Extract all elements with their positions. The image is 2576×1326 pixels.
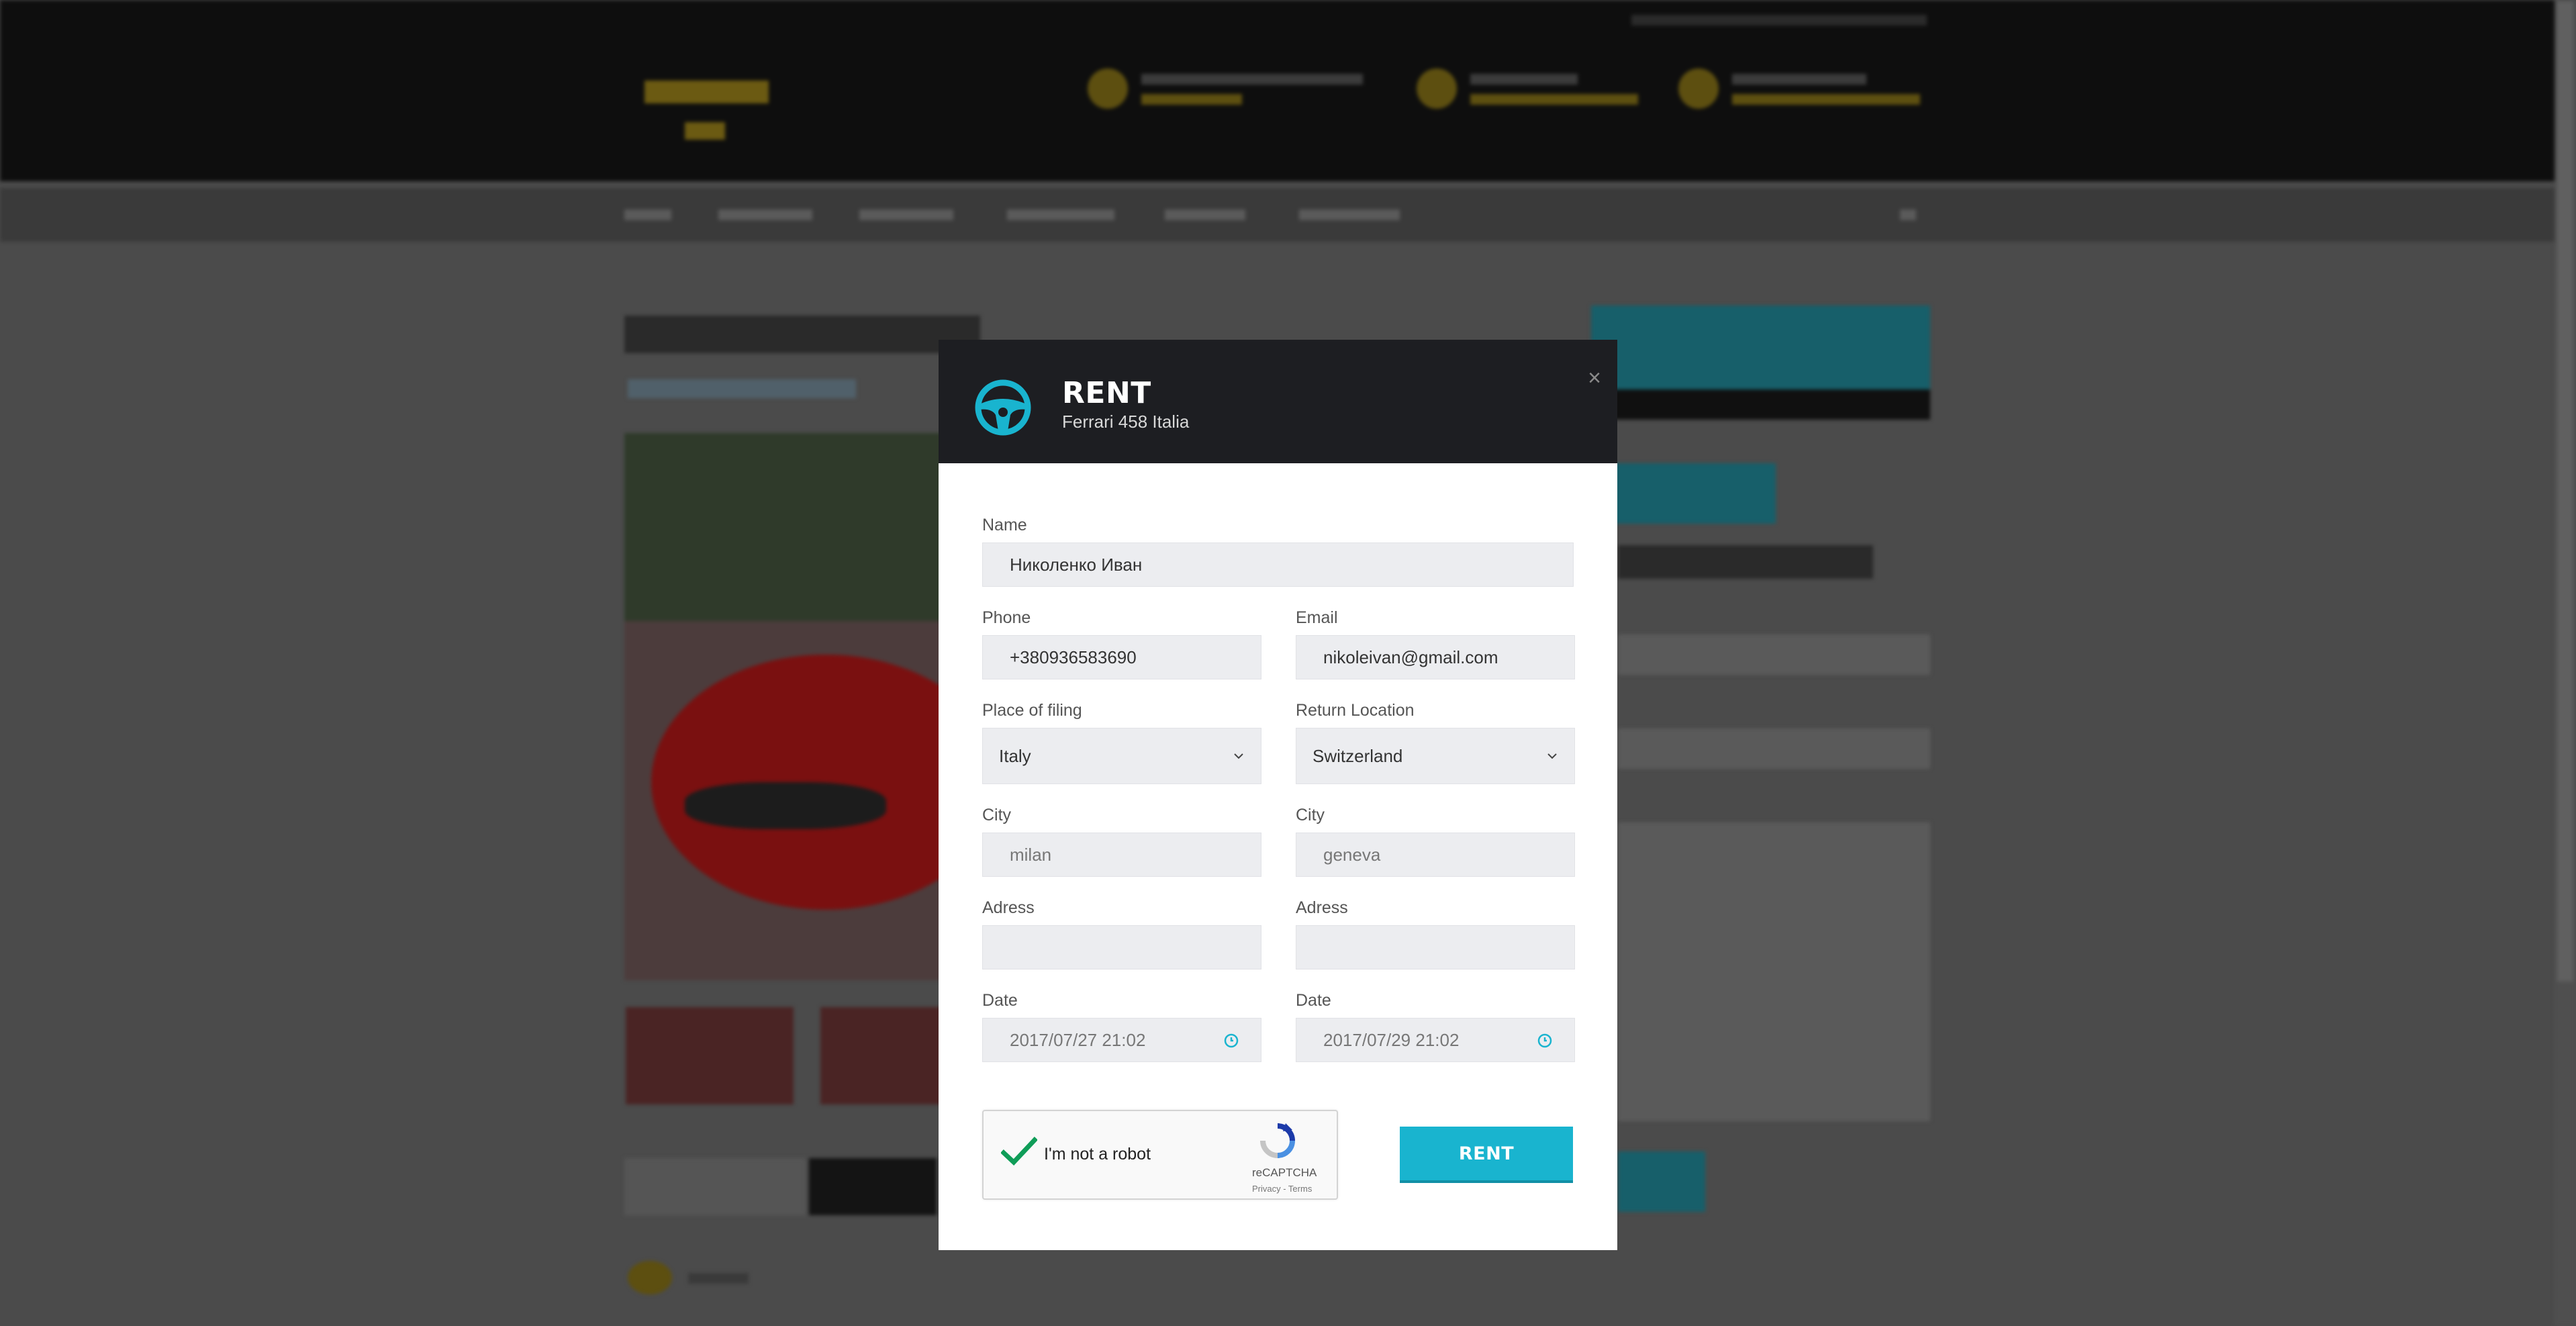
question-heading [1618, 545, 1873, 579]
city-from-input[interactable]: milan [982, 833, 1261, 877]
question-textarea [1618, 822, 1930, 1121]
steering-wheel-icon [975, 379, 1031, 436]
details-tab [624, 1158, 806, 1215]
site-logo [645, 81, 769, 148]
name-label: Name [982, 516, 1027, 534]
feature-item [628, 1261, 755, 1294]
car-photo [624, 433, 947, 980]
gallery-thumb [626, 1007, 794, 1104]
scrollbar[interactable] [2555, 0, 2576, 1326]
date-to-label: Date [1296, 991, 1331, 1010]
address-to-label: Adress [1296, 898, 1348, 917]
phone-input[interactable]: +380936583690 [982, 635, 1261, 679]
phone-label: Phone [982, 608, 1031, 627]
modal-header: RENT Ferrari 458 Italia × [939, 340, 1617, 463]
main-navigation [0, 188, 2555, 242]
car-meta [628, 379, 856, 398]
rent-open-button [1611, 463, 1776, 524]
date-to-value: 2017/07/29 21:02 [1323, 1030, 1460, 1050]
clock-icon[interactable] [1223, 1033, 1239, 1049]
price-bar [1591, 389, 1930, 420]
rent-submit-button[interactable]: RENT [1400, 1127, 1573, 1183]
return-location-select[interactable]: Switzerland [1296, 728, 1575, 784]
header-contact-hours [1678, 66, 1934, 120]
site-header [0, 0, 2555, 181]
modal-subtitle: Ferrari 458 Italia [1062, 412, 1190, 432]
date-to-input[interactable]: 2017/07/29 21:02 [1296, 1018, 1575, 1062]
checkmark-icon[interactable] [1001, 1137, 1037, 1166]
date-from-label: Date [982, 991, 1018, 1010]
name-input[interactable]: Николенко Иван [982, 542, 1574, 587]
recaptcha-widget: I'm not a robot reCAPTCHA Privacy - Term… [982, 1110, 1338, 1200]
date-from-value: 2017/07/27 21:02 [1010, 1030, 1146, 1050]
place-of-filing-value: Italy [999, 746, 1031, 766]
recaptcha-logo-icon [1260, 1123, 1295, 1158]
header-contact-phone [1417, 66, 1638, 120]
city-to-label: City [1296, 806, 1325, 824]
city-to-input[interactable]: geneva [1296, 833, 1575, 877]
details-tab [809, 1158, 937, 1215]
city-from-label: City [982, 806, 1012, 824]
clock-icon[interactable] [1537, 1033, 1553, 1049]
recaptcha-links[interactable]: Privacy - Terms [1252, 1184, 1312, 1194]
price-box [1591, 305, 1930, 389]
place-of-filing-select[interactable]: Italy [982, 728, 1261, 784]
gallery-thumb [820, 1007, 941, 1104]
email-label: Email [1296, 608, 1338, 627]
address-to-input[interactable] [1296, 925, 1575, 969]
return-location-value: Switzerland [1313, 746, 1403, 766]
place-of-filing-label: Place of filing [982, 701, 1082, 720]
close-icon[interactable]: × [1584, 367, 1605, 389]
header-top-links [1631, 15, 1927, 26]
question-field [1618, 728, 1930, 769]
chevron-down-icon [1547, 753, 1557, 759]
chevron-down-icon [1234, 753, 1243, 759]
question-send-button [1618, 1151, 1705, 1212]
rent-modal: RENT Ferrari 458 Italia × Name Николенко… [939, 340, 1617, 1250]
car-title [624, 316, 980, 353]
modal-title: RENT [1062, 376, 1151, 410]
email-input[interactable]: nikoleivan@gmail.com [1296, 635, 1575, 679]
date-from-input[interactable]: 2017/07/27 21:02 [982, 1018, 1261, 1062]
recaptcha-brand: reCAPTCHA [1252, 1166, 1317, 1179]
address-from-input[interactable] [982, 925, 1261, 969]
captcha-label: I'm not a robot [1044, 1145, 1151, 1164]
address-from-label: Adress [982, 898, 1035, 917]
return-location-label: Return Location [1296, 701, 1415, 720]
header-contact-address [1088, 66, 1376, 120]
question-field [1618, 634, 1930, 675]
